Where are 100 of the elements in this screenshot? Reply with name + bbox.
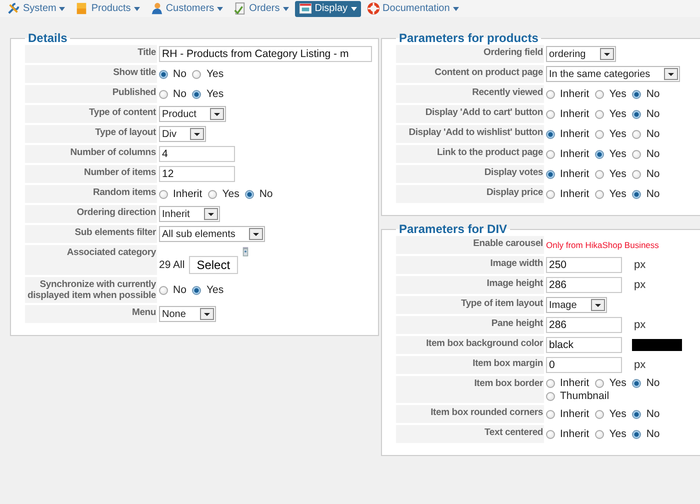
menu-item[interactable]: Orders	[229, 0, 293, 16]
radio-button[interactable]	[595, 130, 604, 138]
wrench-icon	[7, 2, 20, 15]
menu-item[interactable]: System	[3, 0, 70, 16]
color-field[interactable]: black	[546, 337, 622, 353]
radio-label: No	[646, 408, 660, 420]
text-field[interactable]: 12	[159, 166, 235, 182]
dropdown[interactable]: Image	[546, 297, 607, 313]
radio-button[interactable]	[595, 190, 604, 198]
radio-label: Yes	[609, 148, 626, 160]
field-label: Text centered	[396, 425, 544, 443]
radio-label: No	[173, 88, 186, 100]
radio-label: No	[646, 428, 660, 440]
radio-button[interactable]	[632, 110, 642, 118]
text-field[interactable]: 4	[159, 146, 235, 162]
radio-button[interactable]	[208, 190, 218, 198]
radio-button[interactable]	[546, 190, 555, 198]
radio-button[interactable]	[595, 110, 604, 118]
dropdown[interactable]: In the same categories	[546, 66, 680, 82]
radio-button[interactable]	[192, 286, 202, 294]
field-label: Ordering direction	[25, 205, 157, 223]
field-label: Show title	[25, 65, 157, 83]
radio-label: No	[646, 168, 660, 180]
radio-button[interactable]	[546, 90, 555, 98]
dropdown[interactable]: Inherit	[159, 206, 220, 222]
field-label: Type of layout	[25, 125, 157, 143]
radio-button[interactable]	[632, 170, 642, 178]
radio-button[interactable]	[245, 190, 254, 198]
radio-label: Yes	[609, 128, 626, 140]
radio-button[interactable]	[546, 392, 555, 400]
dropdown[interactable]: All sub elements	[159, 226, 266, 242]
caret-icon	[282, 6, 289, 10]
field-label: Synchronize with currently displayed item when possible	[25, 277, 157, 303]
radio-label: Yes	[609, 408, 626, 420]
field-label: Menu	[25, 305, 157, 323]
radio-button[interactable]	[632, 410, 642, 418]
panel-title: Parameters for products	[398, 31, 540, 45]
radio-label: Inherit	[560, 108, 590, 120]
radio-button[interactable]	[546, 378, 555, 388]
radio-button[interactable]	[595, 90, 604, 98]
menu-item[interactable]: Customers	[146, 0, 228, 16]
caret-icon	[350, 6, 357, 10]
field-label: Title	[25, 45, 157, 63]
radio-label: Yes	[206, 68, 224, 80]
trash-icon[interactable]	[242, 246, 250, 257]
dropdown[interactable]: None	[159, 306, 216, 322]
radio-button[interactable]	[546, 150, 555, 158]
dropdown[interactable]: Product	[159, 106, 226, 122]
dropdown[interactable]: Div	[159, 126, 206, 142]
radio-button[interactable]	[632, 378, 642, 388]
radio-button[interactable]	[546, 410, 555, 418]
radio-label: No	[646, 377, 660, 389]
radio-button[interactable]	[595, 150, 604, 158]
radio-button[interactable]	[159, 70, 168, 78]
text-field[interactable]: 286	[546, 317, 622, 333]
radio-button[interactable]	[159, 190, 168, 198]
field-label: Ordering field	[396, 45, 544, 63]
field-label: Item box background color	[396, 336, 544, 354]
radio-button[interactable]	[632, 430, 642, 438]
radio-button[interactable]	[595, 410, 604, 418]
radio-button[interactable]	[632, 150, 642, 158]
text-field[interactable]: 250	[546, 257, 622, 273]
radio-button[interactable]	[632, 190, 642, 198]
color-swatch[interactable]	[632, 339, 682, 351]
menu-item[interactable]: Display	[294, 0, 361, 16]
radio-button[interactable]	[595, 378, 604, 388]
radio-label: No	[173, 284, 186, 296]
unit-label: px	[634, 319, 646, 331]
radio-button[interactable]	[595, 170, 604, 178]
radio-button[interactable]	[632, 130, 642, 138]
select-button[interactable]: Select	[188, 256, 238, 274]
text-field[interactable]: 286	[546, 277, 622, 293]
field-label: Item box rounded corners	[396, 405, 544, 423]
note-text: Only from HikaShop Business	[546, 240, 659, 250]
radio-button[interactable]	[595, 430, 604, 438]
radio-button[interactable]	[192, 90, 202, 98]
radio-button[interactable]	[546, 170, 555, 178]
menu-item[interactable]: Documentation	[362, 0, 463, 16]
text-field[interactable]: 0	[546, 357, 622, 373]
radio-label: Inherit	[173, 188, 202, 200]
radio-button[interactable]	[546, 110, 555, 118]
radio-label: Inherit	[560, 168, 590, 180]
radio-label: Thumbnail	[560, 390, 610, 402]
radio-label: No	[646, 148, 660, 160]
field-label: Type of content	[25, 105, 157, 123]
category-value: 29 All	[159, 259, 185, 271]
menu-item[interactable]: Products	[71, 0, 144, 16]
radio-label: Inherit	[560, 148, 590, 160]
radio-label: Inherit	[560, 188, 590, 200]
panel-title: Parameters for DIV	[398, 222, 508, 236]
dropdown[interactable]: ordering	[546, 46, 616, 62]
radio-button[interactable]	[546, 430, 555, 438]
radio-button[interactable]	[632, 90, 642, 98]
radio-label: Inherit	[560, 377, 590, 389]
radio-button[interactable]	[159, 286, 168, 294]
radio-button[interactable]	[159, 90, 168, 98]
radio-button[interactable]	[192, 70, 202, 78]
text-field[interactable]: RH - Products from Category Listing - m	[159, 46, 372, 62]
radio-button[interactable]	[546, 130, 555, 138]
radio-label: No	[173, 68, 186, 80]
